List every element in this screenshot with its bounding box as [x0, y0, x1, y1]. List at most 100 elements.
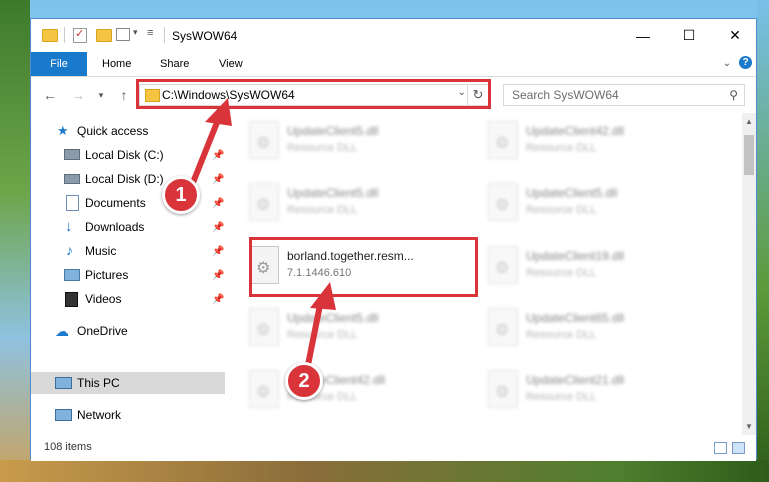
- dll-file-icon: [488, 246, 518, 284]
- file-item[interactable]: UpdateClient5.dll Resource DLL: [235, 305, 465, 351]
- file-item[interactable]: UpdateClient5.dll Resource DLL: [235, 180, 465, 226]
- recent-locations-icon[interactable]: ▾: [95, 86, 107, 104]
- back-arrow-icon[interactable]: ←: [41, 86, 59, 104]
- file-explorer-window: ▾ ≡ SysWOW64 — ☐ ✕ File Home Share View …: [30, 18, 757, 461]
- window-title: SysWOW64: [172, 29, 238, 43]
- file-name: UpdateClient65.dll: [526, 311, 625, 325]
- new-folder-icon[interactable]: [96, 29, 112, 42]
- file-description: Resource DLL: [526, 267, 597, 279]
- vertical-scrollbar[interactable]: ▲ ▼: [742, 113, 756, 435]
- sidebar-item-label: Downloads: [85, 220, 145, 234]
- folder-icon: [42, 29, 58, 42]
- up-arrow-icon[interactable]: ↑: [115, 86, 133, 104]
- file-item[interactable]: UpdateClient65.dll Resource DLL: [474, 305, 704, 351]
- sidebar-item-this-pc[interactable]: This PC: [31, 372, 225, 394]
- dll-file-icon: [249, 308, 279, 346]
- file-description: Resource DLL: [287, 204, 358, 216]
- dll-file-icon: [249, 370, 279, 408]
- details-view-icon[interactable]: [714, 442, 727, 454]
- file-name: UpdateClient5.dll: [526, 186, 618, 200]
- sidebar-item-label: Videos: [85, 292, 122, 306]
- sidebar-item-network[interactable]: Network: [31, 404, 227, 426]
- sidebar-item-videos[interactable]: Videos 📌: [31, 288, 227, 310]
- item-count: 108 items: [44, 441, 92, 453]
- help-icon[interactable]: ?: [739, 56, 752, 69]
- file-item[interactable]: UpdateClient21.dll Resource DLL: [474, 367, 704, 413]
- sidebar-item-downloads[interactable]: ↓ Downloads 📌: [31, 216, 227, 238]
- dll-file-icon: [488, 370, 518, 408]
- file-item[interactable]: UpdateClient19.dll Resource DLL: [474, 243, 704, 289]
- sidebar-item-music[interactable]: ♪ Music 📌: [31, 240, 227, 262]
- dll-file-icon: [249, 183, 279, 221]
- pin-icon[interactable]: 📌: [212, 294, 224, 305]
- title-bar: ▾ ≡ SysWOW64 — ☐ ✕: [31, 19, 756, 52]
- pin-icon[interactable]: 📌: [212, 174, 224, 185]
- quick-access-dropdown-icon[interactable]: ≡: [147, 27, 153, 43]
- pin-icon[interactable]: 📌: [212, 246, 224, 257]
- maximize-button[interactable]: ☐: [666, 19, 712, 52]
- desktop-background-right: [757, 0, 769, 482]
- scroll-up-icon[interactable]: ▲: [745, 117, 753, 126]
- file-item[interactable]: UpdateClient5.dll Resource DLL: [474, 180, 704, 226]
- large-icons-view-icon[interactable]: [732, 442, 745, 454]
- pin-icon[interactable]: 📌: [212, 198, 224, 209]
- pin-icon[interactable]: 📌: [212, 222, 224, 233]
- chevron-down-icon[interactable]: ▾: [133, 27, 138, 43]
- drive-icon: [64, 149, 80, 160]
- sidebar-item-onedrive[interactable]: ☁ OneDrive: [31, 320, 227, 342]
- sidebar-item-local-disk-c[interactable]: Local Disk (C:) 📌: [31, 144, 227, 166]
- address-highlight-box: [136, 79, 491, 109]
- tab-share[interactable]: Share: [160, 52, 189, 76]
- file-item[interactable]: UpdateClient42.dll Resource DLL: [474, 118, 704, 164]
- sidebar-item-label: Music: [85, 244, 117, 258]
- dll-file-icon: [488, 308, 518, 346]
- step-2-badge: 2: [285, 362, 323, 400]
- sidebar-item-quick-access[interactable]: ★ Quick access: [31, 120, 227, 142]
- forward-arrow-icon[interactable]: →: [69, 86, 87, 104]
- pictures-icon: [64, 269, 80, 281]
- file-item[interactable]: UpdateClient42.dll Resource DLL: [235, 367, 465, 413]
- sidebar-item-label: Documents: [85, 196, 146, 210]
- file-description: Resource DLL: [526, 142, 597, 154]
- network-icon: [55, 409, 72, 421]
- expand-ribbon-icon[interactable]: ⌄: [720, 56, 734, 70]
- minimize-button[interactable]: —: [620, 19, 666, 52]
- search-placeholder: Search SysWOW64: [512, 88, 619, 102]
- search-input[interactable]: Search SysWOW64 ⚲: [503, 84, 745, 106]
- file-highlight-box: [249, 237, 478, 297]
- documents-icon: [66, 195, 79, 211]
- dll-file-icon: [249, 121, 279, 159]
- file-name: UpdateClient5.dll: [287, 124, 379, 138]
- file-description: Resource DLL: [287, 142, 358, 154]
- dll-file-icon: [488, 183, 518, 221]
- properties-icon[interactable]: [73, 27, 87, 43]
- file-name: UpdateClient5.dll: [287, 186, 379, 200]
- sidebar-item-label: Local Disk (D:): [85, 172, 164, 186]
- scroll-down-icon[interactable]: ▼: [745, 422, 753, 431]
- file-name: UpdateClient19.dll: [526, 249, 625, 263]
- tab-home[interactable]: Home: [102, 52, 131, 76]
- tab-view[interactable]: View: [219, 52, 243, 76]
- videos-icon: [65, 292, 78, 307]
- status-bar: 108 items: [31, 435, 756, 461]
- sidebar-item-label: This PC: [77, 376, 120, 390]
- pin-icon[interactable]: 📌: [212, 150, 224, 161]
- tab-file[interactable]: File: [31, 52, 87, 76]
- sidebar-item-pictures[interactable]: Pictures 📌: [31, 264, 227, 286]
- ribbon-tabs: File Home Share View ⌄ ?: [31, 52, 756, 77]
- scrollbar-thumb[interactable]: [744, 135, 754, 175]
- sidebar-item-label: Network: [77, 408, 122, 422]
- search-icon[interactable]: ⚲: [729, 88, 738, 102]
- pin-icon[interactable]: 📌: [212, 270, 224, 281]
- music-icon: ♪: [66, 242, 73, 258]
- divider: [164, 27, 165, 43]
- download-icon: ↓: [65, 218, 73, 235]
- navigation-pane: ★ Quick access Local Disk (C:) 📌 Local D…: [31, 113, 227, 435]
- customize-icon[interactable]: [116, 28, 130, 41]
- close-button[interactable]: ✕: [712, 19, 758, 52]
- file-item[interactable]: UpdateClient5.dll Resource DLL: [235, 118, 465, 164]
- star-icon: ★: [57, 123, 69, 138]
- file-description: Resource DLL: [526, 391, 597, 403]
- step-1-badge: 1: [162, 176, 200, 214]
- file-name: UpdateClient21.dll: [526, 373, 625, 387]
